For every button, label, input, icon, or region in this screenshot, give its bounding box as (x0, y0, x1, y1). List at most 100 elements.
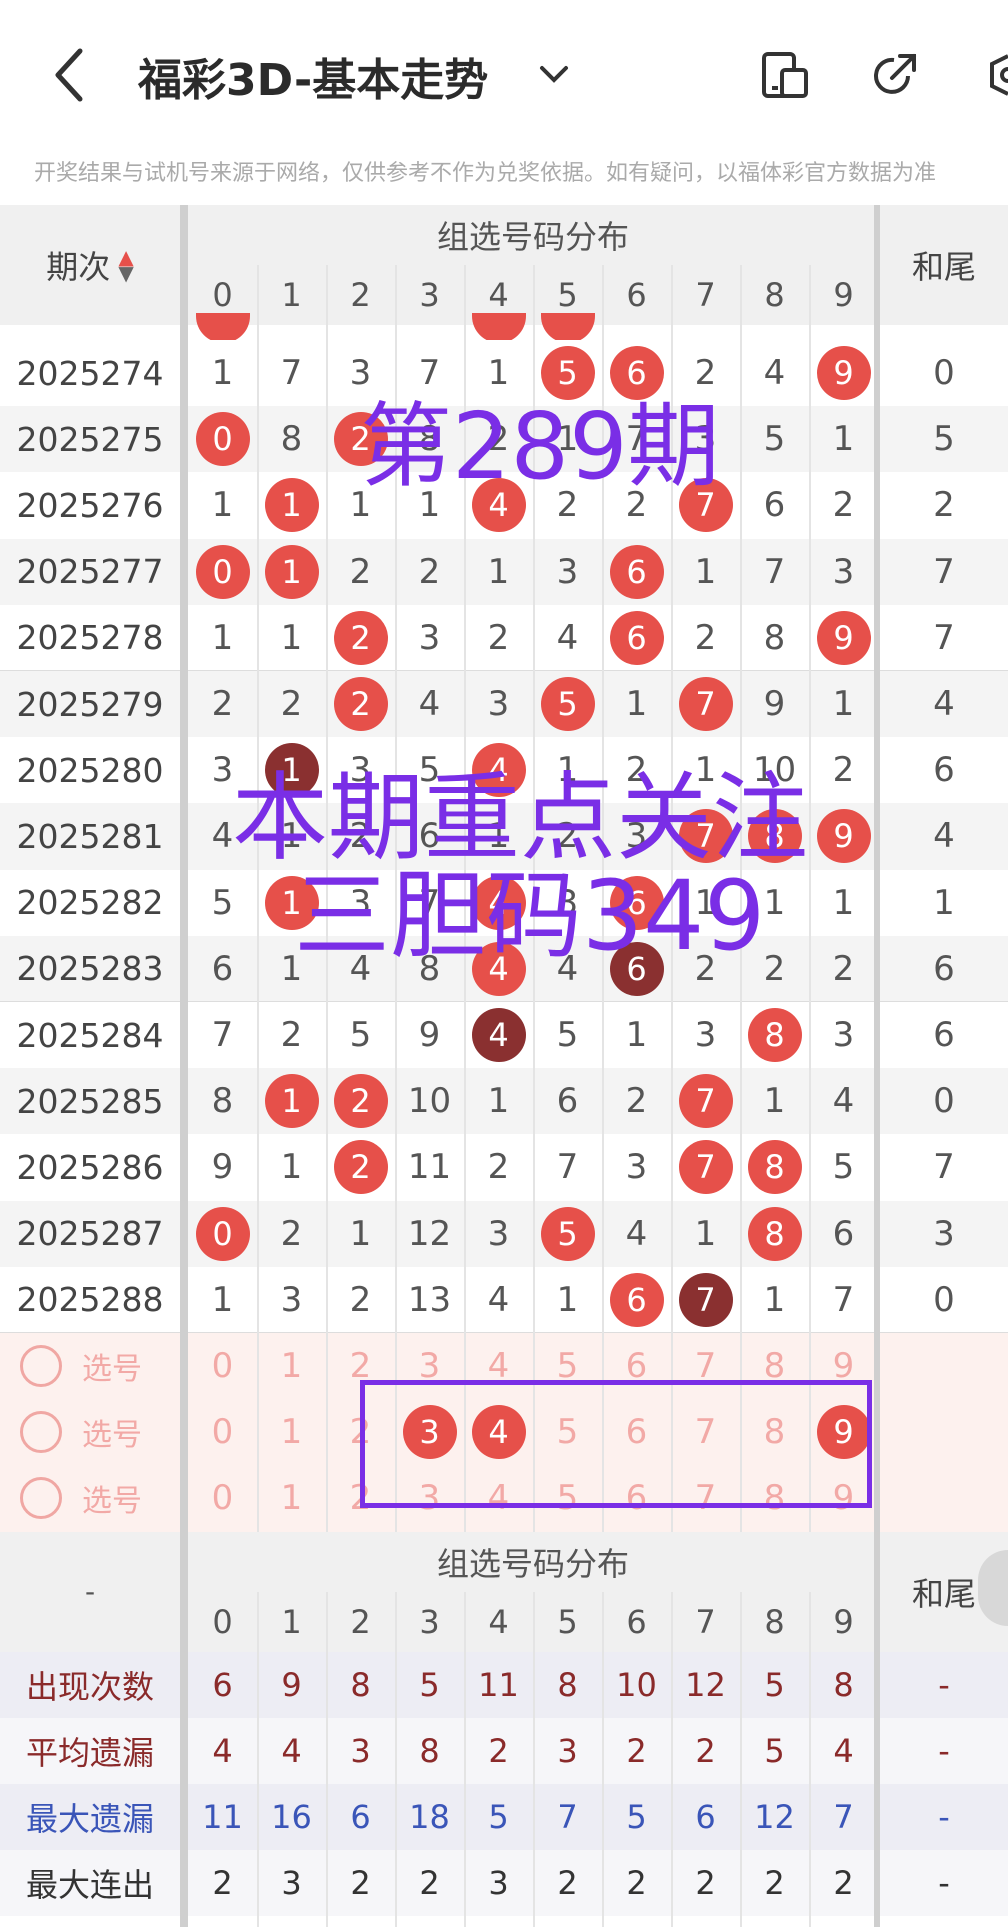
select-digit[interactable]: 9 (809, 1399, 878, 1465)
digit-column-header: 7 (695, 276, 716, 314)
selected-digit-ball[interactable]: 4 (471, 1405, 526, 1460)
device-switch-icon[interactable] (758, 48, 812, 102)
sum-tail-cell: 7 (933, 617, 955, 658)
select-digit[interactable]: 0 (188, 1399, 257, 1465)
back-arrow-icon[interactable] (50, 45, 90, 105)
settings-icon[interactable] (978, 48, 1008, 102)
select-digit[interactable]: 7 (671, 1399, 740, 1465)
select-digit[interactable]: 6 (602, 1333, 671, 1399)
select-digit[interactable]: 3 (395, 1399, 464, 1465)
number-cell: 7 (671, 1068, 740, 1134)
number-cell: 2 (349, 816, 372, 857)
select-row-toggle[interactable]: 选号 (20, 1465, 170, 1531)
stats-value: 5 (488, 1798, 509, 1837)
number-cell: 2 (349, 551, 372, 592)
column-divider (671, 1591, 673, 1927)
sum-tail-cell: 6 (933, 1015, 955, 1056)
column-divider (740, 265, 742, 1532)
select-digit[interactable]: 1 (257, 1333, 326, 1399)
select-digit[interactable]: 6 (602, 1465, 671, 1531)
stats-value: 2 (212, 1864, 233, 1903)
number-cell: 4 (464, 870, 533, 936)
drawn-number-ball: 1 (264, 1074, 319, 1129)
radio-circle-icon[interactable] (20, 1345, 62, 1388)
select-digit[interactable]: 2 (326, 1399, 395, 1465)
number-cell: 6 (832, 1213, 855, 1254)
select-digit[interactable]: 9 (809, 1333, 878, 1399)
radio-circle-icon[interactable] (20, 1411, 62, 1454)
drawn-number-ball: 7 (678, 809, 733, 864)
column-divider (257, 1591, 259, 1927)
stats-value: 5 (626, 1798, 647, 1837)
select-digit[interactable]: 9 (809, 1465, 878, 1531)
drawn-number-ball: 5 (540, 677, 595, 732)
selected-digit-ball[interactable]: 9 (816, 1405, 871, 1460)
select-digit[interactable]: 4 (464, 1399, 533, 1465)
select-digit[interactable]: 3 (395, 1333, 464, 1399)
stats-tail: - (938, 1665, 950, 1704)
number-cell: 7 (671, 1267, 740, 1333)
period-cell: 2025285 (16, 1081, 164, 1121)
number-cell: 1 (487, 353, 510, 394)
select-digit[interactable]: 3 (395, 1465, 464, 1531)
sum-tail-cell: 2 (933, 485, 955, 526)
number-cell: 7 (556, 1147, 579, 1188)
select-digit[interactable]: 7 (671, 1333, 740, 1399)
footer-digit-header: 3 (419, 1602, 440, 1641)
select-row-toggle[interactable]: 选号 (20, 1333, 170, 1399)
sort-icon[interactable]: ▲ ▼ (118, 247, 133, 283)
stats-label: 出现次数 (25, 1667, 154, 1706)
number-cell: 1 (556, 1279, 579, 1320)
select-digit[interactable]: 1 (257, 1399, 326, 1465)
stats-label: 最大遗漏 (25, 1800, 154, 1839)
chevron-down-icon[interactable] (536, 58, 572, 90)
period-divider (180, 205, 188, 1927)
select-digit[interactable]: 8 (740, 1333, 809, 1399)
select-digit[interactable]: 8 (740, 1465, 809, 1531)
stats-value: 5 (764, 1731, 785, 1770)
radio-circle-icon[interactable] (20, 1477, 62, 1520)
select-digit[interactable]: 0 (188, 1465, 257, 1531)
number-cell: 8 (763, 617, 786, 658)
drawn-number-ball: 1 (264, 875, 319, 930)
number-cell: 4 (464, 936, 533, 1002)
select-digit[interactable]: 4 (464, 1465, 533, 1531)
number-cell: 4 (556, 948, 579, 989)
period-cell: 2025283 (16, 949, 164, 989)
stats-value: 2 (833, 1864, 854, 1903)
select-digit[interactable]: 4 (464, 1333, 533, 1399)
select-digit[interactable]: 2 (326, 1465, 395, 1531)
number-cell: 2 (326, 1068, 395, 1134)
stats-value: 5 (419, 1665, 440, 1704)
selected-digit-ball[interactable]: 3 (402, 1405, 457, 1460)
select-digit[interactable]: 5 (533, 1399, 602, 1465)
column-divider (809, 1591, 811, 1927)
period-cell: 2025275 (16, 419, 164, 459)
select-digit[interactable]: 1 (257, 1465, 326, 1531)
select-digit[interactable]: 5 (533, 1333, 602, 1399)
number-cell: 7 (832, 1279, 855, 1320)
share-icon[interactable] (868, 48, 922, 102)
select-digit[interactable]: 2 (326, 1333, 395, 1399)
number-cell: 3 (487, 684, 510, 725)
select-digit[interactable]: 0 (188, 1333, 257, 1399)
sum-tail-cell: 7 (933, 1147, 955, 1188)
select-digit[interactable]: 7 (671, 1465, 740, 1531)
select-digit[interactable]: 8 (740, 1399, 809, 1465)
number-cell: 9 (763, 684, 786, 725)
stats-value: 3 (350, 1731, 371, 1770)
select-digit[interactable]: 5 (533, 1465, 602, 1531)
footer-digit-header: 0 (212, 1602, 233, 1641)
stats-value: 10 (616, 1665, 657, 1704)
select-row-toggle[interactable]: 选号 (20, 1399, 170, 1465)
number-cell: 1 (280, 617, 303, 658)
number-cell: 2 (487, 617, 510, 658)
trend-table: 期次 ▲ ▼ 组选号码分布 0 1 2 3 4 5 6 7 8 9 和尾 2025274 1 7 3 7 1 5 6 2 4 9 0… (0, 205, 1008, 1927)
period-header[interactable]: 期次 ▲ ▼ (0, 205, 180, 325)
stats-value: 12 (754, 1798, 795, 1837)
number-cell: 5 (533, 1201, 602, 1267)
stats-value: 7 (833, 1798, 854, 1837)
select-digit[interactable]: 6 (602, 1399, 671, 1465)
stats-value: 2 (764, 1864, 785, 1903)
digit-column-header: 8 (764, 276, 785, 314)
